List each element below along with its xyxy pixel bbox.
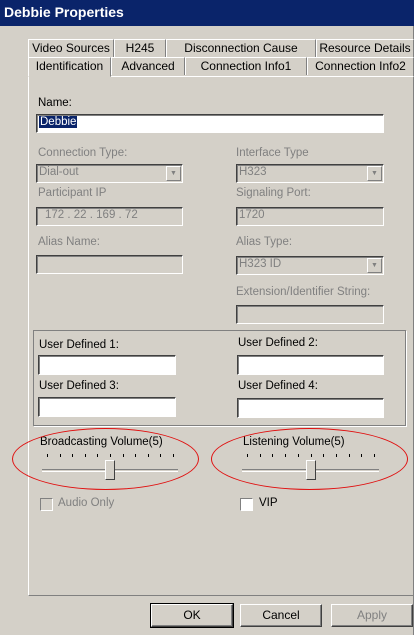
name-label: Name: — [38, 97, 72, 109]
alias-type-label: Alias Type: — [236, 236, 293, 248]
participant-ip-value: 172 . 22 . 169 . 72 — [45, 209, 138, 221]
connection-type-label: Connection Type: — [38, 147, 128, 159]
chevron-down-icon: ▼ — [367, 258, 382, 273]
cancel-button[interactable]: Cancel — [240, 604, 322, 627]
signaling-port-label: Signaling Port: — [236, 187, 311, 199]
user-defined-3-label: User Defined 3: — [39, 380, 119, 392]
user-defined-2-label: User Defined 2: — [238, 337, 318, 349]
user-defined-1-label: User Defined 1: — [39, 339, 119, 351]
tab-h245[interactable]: H245 — [114, 39, 166, 57]
audio-only-label: Audio Only — [58, 497, 115, 509]
tab-advanced[interactable]: Advanced — [111, 57, 185, 75]
connection-type-select: Dial-out ▼ — [36, 164, 183, 183]
vip-label: VIP — [259, 497, 278, 509]
signaling-port-value: 1720 — [239, 209, 265, 221]
tab-row-back: Video Sources H245 Disconnection Cause R… — [28, 39, 414, 57]
participant-ip-label: Participant IP — [38, 187, 107, 199]
vip-checkbox[interactable] — [240, 498, 253, 511]
user-defined-2-field[interactable] — [237, 355, 384, 375]
interface-type-value: H323 — [239, 166, 267, 178]
dialog-title: Debbie Properties — [0, 0, 414, 26]
chevron-down-icon: ▼ — [367, 166, 382, 181]
interface-type-label: Interface Type — [236, 147, 309, 159]
tab-connection-info1[interactable]: Connection Info1 — [185, 57, 307, 75]
highlight-ellipse-listening — [211, 428, 408, 490]
alias-name-field — [36, 255, 183, 274]
tab-disconnection-cause[interactable]: Disconnection Cause — [166, 39, 316, 57]
alias-name-label: Alias Name: — [38, 236, 100, 248]
apply-button[interactable]: Apply — [331, 604, 413, 627]
user-defined-1-field[interactable] — [38, 355, 176, 375]
interface-type-select: H323 ▼ — [236, 164, 384, 183]
tab-row-front: Identification Advanced Connection Info1… — [28, 57, 414, 77]
alias-type-select: H323 ID ▼ — [236, 256, 384, 275]
highlight-ellipse-broadcasting — [12, 428, 199, 490]
audio-only-checkbox[interactable] — [40, 498, 53, 511]
ok-button[interactable]: OK — [150, 603, 234, 628]
tab-identification[interactable]: Identification — [28, 57, 111, 77]
connection-type-value: Dial-out — [39, 166, 79, 178]
name-value: Debbie — [39, 116, 78, 128]
name-field[interactable]: Debbie — [36, 114, 384, 133]
extension-field — [236, 305, 384, 324]
signaling-port-field: 1720 — [236, 207, 384, 226]
extension-label: Extension/Identifier String: — [236, 286, 371, 298]
user-defined-3-field[interactable] — [38, 397, 176, 417]
tab-connection-info2[interactable]: Connection Info2 — [307, 57, 414, 75]
properties-dialog: Debbie Properties Video Sources H245 Dis… — [0, 0, 414, 635]
tab-resource-details[interactable]: Resource Details — [316, 39, 414, 57]
alias-type-value: H323 ID — [239, 258, 282, 270]
user-defined-4-field[interactable] — [237, 398, 384, 418]
chevron-down-icon: ▼ — [166, 166, 181, 181]
tab-video-sources[interactable]: Video Sources — [28, 39, 114, 57]
user-defined-4-label: User Defined 4: — [238, 380, 318, 392]
participant-ip-field: 172 . 22 . 169 . 72 — [36, 207, 183, 226]
